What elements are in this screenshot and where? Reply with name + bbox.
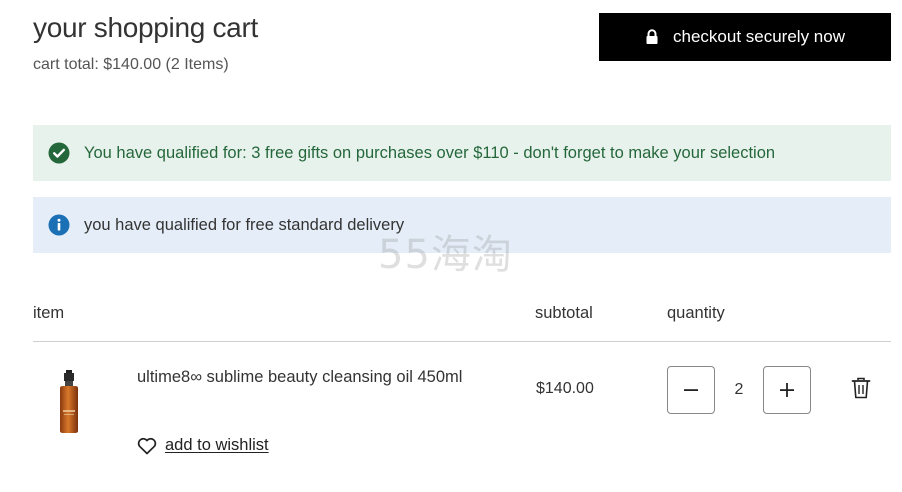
table-divider (33, 341, 891, 342)
add-to-wishlist-label: add to wishlist (165, 436, 269, 454)
column-header-quantity: quantity (667, 304, 725, 322)
line-subtotal: $140.00 (536, 380, 594, 397)
minus-icon (684, 389, 698, 391)
check-circle-icon (48, 142, 70, 164)
product-name[interactable]: ultime8∞ sublime beauty cleansing oil 45… (137, 368, 462, 387)
cart-total: cart total: $140.00 (2 Items) (33, 56, 229, 73)
info-circle-icon (48, 214, 70, 236)
page-title: your shopping cart (33, 12, 258, 43)
free-gifts-text: You have qualified for: 3 free gifts on … (84, 143, 776, 162)
decrease-quantity-button[interactable] (667, 366, 715, 414)
checkout-button[interactable]: checkout securely now (599, 13, 891, 61)
add-to-wishlist-link[interactable]: add to wishlist (137, 436, 269, 455)
increase-quantity-button[interactable] (763, 366, 811, 414)
column-header-item: item (33, 304, 65, 322)
column-header-subtotal: subtotal (535, 304, 593, 322)
watermark: 55海淘 (378, 232, 513, 278)
checkout-label: checkout securely now (673, 27, 845, 46)
product-image[interactable] (54, 370, 84, 434)
quantity-value[interactable]: 2 (715, 366, 763, 414)
heart-icon (137, 437, 157, 454)
free-delivery-text: you have qualified for free standard del… (84, 215, 405, 234)
free-gifts-banner: You have qualified for: 3 free gifts on … (33, 125, 891, 181)
lock-icon (646, 29, 658, 44)
trash-icon[interactable] (851, 377, 871, 399)
plus-icon (780, 383, 794, 397)
